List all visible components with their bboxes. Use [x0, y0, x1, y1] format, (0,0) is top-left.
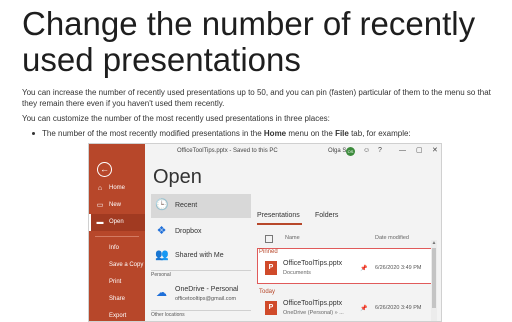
- close-icon[interactable]: ✕: [432, 144, 438, 158]
- places-paragraph: You can customize the number of the most…: [22, 114, 330, 123]
- places-list: 🕒 Recent ❖ Dropbox 👥 Shared with Me Pers…: [151, 194, 251, 321]
- page-title: Change the number of recently used prese…: [22, 5, 476, 78]
- place-label: Shared with Me: [175, 252, 224, 259]
- place-dropbox[interactable]: ❖ Dropbox: [151, 220, 251, 244]
- rail-item-label: Info: [109, 245, 120, 251]
- rail-item-print[interactable]: Print: [89, 274, 145, 291]
- bullet-home: Home: [263, 129, 287, 138]
- rail-item-save-copy[interactable]: Save a Copy: [89, 257, 145, 274]
- active-tab-underline: [257, 223, 302, 225]
- rail-item-label: New: [109, 202, 122, 208]
- place-shared[interactable]: 👥 Shared with Me: [151, 244, 251, 268]
- clock-icon: 🕒: [155, 199, 169, 211]
- tab-presentations[interactable]: Presentations: [257, 212, 300, 219]
- intro-paragraph: You can increase the number of recently …: [22, 88, 491, 108]
- place-onedrive[interactable]: ☁ OneDrive - Personal officetooltips@gmai…: [151, 282, 251, 306]
- place-label: OneDrive - Personal officetooltips@gmail.…: [175, 285, 238, 304]
- file-name: OfficeToolTips.pptx: [283, 300, 343, 307]
- minimize-icon[interactable]: —: [399, 144, 406, 158]
- user-name[interactable]: Olga S: [328, 144, 346, 158]
- pptx-file-icon: P: [265, 261, 277, 275]
- file-row-pinned[interactable]: P OfficeToolTips.pptx Documents 📌 6/26/2…: [257, 257, 435, 281]
- home-icon: ⌂: [97, 185, 103, 192]
- feedback-smiley-icon[interactable]: ☺: [363, 144, 370, 158]
- rail-item-label: Home: [109, 185, 126, 191]
- shared-users-icon: 👥: [155, 249, 169, 261]
- file-date: 6/26/2020 3:49 PM: [375, 305, 422, 311]
- file-tabs: Presentations Folders: [257, 210, 439, 225]
- files-pane: Presentations Folders Name Date modified…: [257, 210, 439, 321]
- avatar[interactable]: OS: [346, 147, 355, 156]
- powerpoint-open-screenshot: ← ⌂ Home ▭ New ▬ Open Info Save a Copy P…: [88, 143, 442, 322]
- column-header: Name Date modified: [257, 234, 439, 244]
- group-today: Today: [259, 289, 276, 295]
- new-document-icon: ▭: [96, 202, 104, 209]
- pin-icon[interactable]: 📌: [360, 265, 367, 272]
- rail-item-label: Open: [109, 219, 124, 225]
- bullet-middle: menu on the: [286, 129, 336, 138]
- backstage-rail: ← ⌂ Home ▭ New ▬ Open Info Save a Copy P…: [89, 144, 145, 321]
- cloud-icon: ☁: [156, 287, 167, 299]
- rail-item-info[interactable]: Info: [89, 240, 145, 257]
- open-heading: Open: [153, 166, 202, 188]
- bullet-dot: [32, 132, 35, 135]
- column-date[interactable]: Date modified: [375, 235, 409, 241]
- rail-item-new[interactable]: ▭ New: [89, 197, 145, 214]
- maximize-icon[interactable]: ▢: [416, 144, 423, 158]
- onedrive-title: OneDrive - Personal: [175, 286, 239, 293]
- rail-item-open[interactable]: ▬ Open: [89, 214, 145, 231]
- file-date: 6/26/2020 3:49 PM: [375, 265, 422, 271]
- file-row-today[interactable]: P OfficeToolTips.pptx OneDrive (Personal…: [257, 297, 435, 321]
- title-bar: OfficeToolTips.pptx - Saved to this PC O…: [145, 144, 441, 158]
- bullet-suffix: tab, for example:: [348, 129, 411, 138]
- file-name: OfficeToolTips.pptx: [283, 260, 343, 267]
- bullet-file: File: [335, 129, 349, 138]
- bullet-prefix: The number of the most recently modified…: [42, 129, 264, 138]
- place-recent[interactable]: 🕒 Recent: [151, 194, 251, 218]
- pptx-file-icon: P: [265, 301, 277, 315]
- pin-icon[interactable]: 📌: [360, 305, 367, 312]
- rail-item-label: Print: [109, 279, 122, 285]
- rail-divider: [95, 236, 139, 237]
- scroll-up-icon[interactable]: ▲: [431, 240, 437, 246]
- folder-open-icon: ▬: [96, 219, 104, 226]
- article: Change the number of recently used prese…: [0, 0, 512, 322]
- place-label: Dropbox: [175, 228, 202, 235]
- help-icon[interactable]: ?: [378, 144, 382, 158]
- rail-item-label: Save a Copy: [109, 262, 144, 268]
- file-type-icon: [265, 235, 273, 243]
- back-arrow-icon[interactable]: ←: [97, 162, 112, 177]
- rail-item-home[interactable]: ⌂ Home: [89, 180, 145, 197]
- place-label: Recent: [175, 202, 198, 209]
- column-name[interactable]: Name: [285, 235, 300, 241]
- bullet-text: The number of the most recently modified…: [42, 128, 411, 139]
- dropbox-icon: ❖: [156, 225, 167, 237]
- onedrive-email: officetooltips@gmail.com: [175, 296, 237, 302]
- section-other: Other locations: [151, 310, 251, 320]
- file-location: OneDrive (Personal) » ...: [283, 310, 344, 316]
- file-location: Documents: [283, 270, 311, 276]
- rail-item-share[interactable]: Share: [89, 291, 145, 308]
- scroll-thumb[interactable]: [432, 248, 436, 308]
- section-personal: Personal: [151, 270, 251, 280]
- document-title: OfficeToolTips.pptx - Saved to this PC: [177, 148, 278, 154]
- rail-item-label: Share: [109, 296, 126, 302]
- tab-folders[interactable]: Folders: [315, 212, 338, 219]
- scrollbar[interactable]: ▲: [431, 240, 437, 321]
- group-pinned: Pinned: [259, 249, 278, 255]
